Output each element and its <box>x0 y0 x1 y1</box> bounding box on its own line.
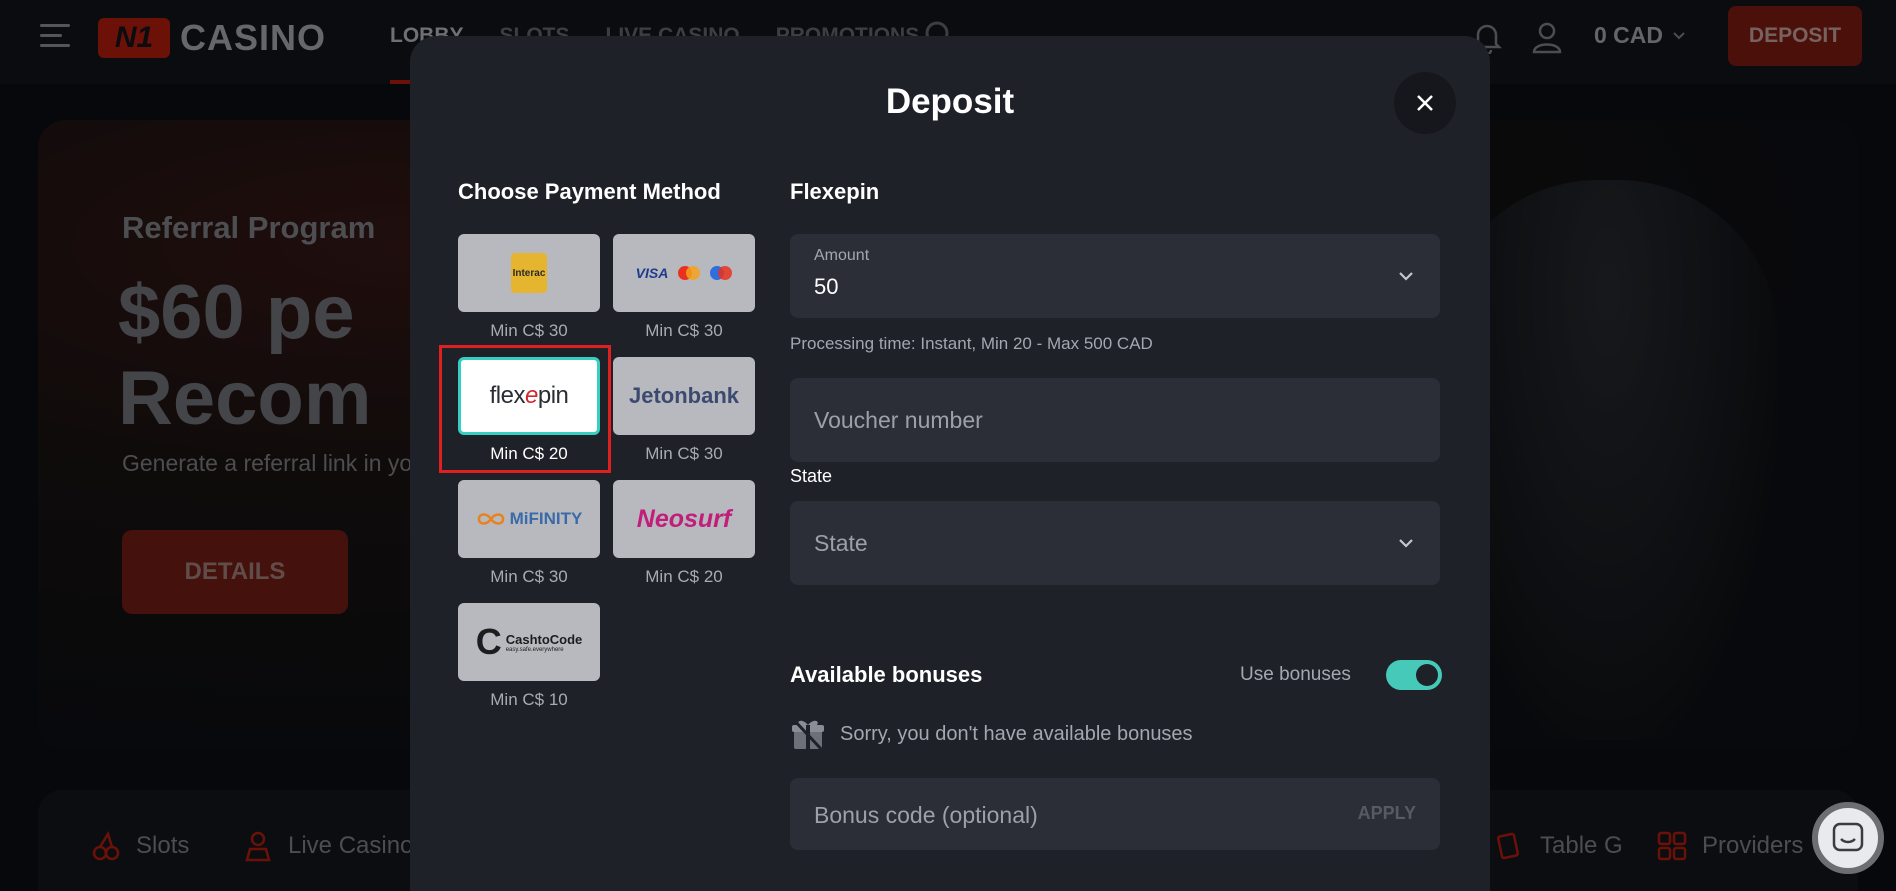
payment-method-min: Min C$ 10 <box>490 690 568 709</box>
jetonbank-logo: Jetonbank <box>628 383 740 408</box>
payment-method-mifinity[interactable]: MiFINITY <box>458 480 600 558</box>
maestro-icon <box>710 266 733 280</box>
chevron-down-icon <box>1399 272 1413 281</box>
voucher-input[interactable]: Voucher number <box>790 378 1440 462</box>
cashtocode-logo: C CashtoCode easy.safe.everywhere <box>476 624 583 660</box>
payment-method-min: Min C$ 30 <box>645 444 723 463</box>
payment-method-min: Min C$ 30 <box>645 321 723 340</box>
selected-method-title: Flexepin <box>790 179 880 204</box>
close-button[interactable] <box>1394 72 1456 134</box>
cashtocode-text: CashtoCode <box>505 631 583 647</box>
no-bonus-text: Sorry, you don't have available bonuses <box>840 722 1193 745</box>
amount-select[interactable]: Amount 50 <box>790 234 1440 318</box>
state-label: State <box>790 466 833 486</box>
bonus-code-placeholder: Bonus code (optional) <box>814 802 1038 828</box>
infinity-icon <box>477 513 504 525</box>
payment-method-cards[interactable]: VISA <box>613 234 755 312</box>
no-bonus-message: Sorry, you don't have available bonuses <box>790 716 1193 752</box>
payment-method-cashtocode[interactable]: C CashtoCode easy.safe.everywhere <box>458 603 600 681</box>
chevron-down-icon <box>1399 539 1413 548</box>
amount-value: 50 <box>814 274 839 299</box>
state-select[interactable]: State <box>790 501 1440 585</box>
modal-title: Deposit <box>885 82 1015 121</box>
close-icon <box>1417 95 1433 111</box>
payment-method-interac[interactable]: Interac <box>458 234 600 312</box>
flexepin-logo: flexepin <box>489 382 569 409</box>
deposit-modal: Deposit Choose Payment Method Interac Mi… <box>410 36 1490 891</box>
payment-method-min: Min C$ 30 <box>490 567 568 586</box>
chat-icon <box>1832 822 1864 852</box>
visa-logo: VISA <box>635 265 669 281</box>
processing-time: Processing time: Instant, Min 20 - Max 5… <box>790 334 1153 353</box>
use-bonuses-toggle[interactable] <box>1386 660 1442 690</box>
gift-icon <box>792 718 824 752</box>
neosurf-logo: Neosurf <box>636 504 732 533</box>
state-placeholder: State <box>814 530 868 556</box>
mastercard-icon <box>678 266 701 280</box>
payment-method-neosurf[interactable]: Neosurf <box>613 480 755 558</box>
cards-logo: VISA <box>636 265 733 281</box>
mifinity-text: MiFINITY <box>509 509 583 528</box>
available-bonuses-title: Available bonuses <box>790 662 983 687</box>
support-chat-button[interactable] <box>1812 802 1884 874</box>
interac-logo: Interac <box>511 253 547 293</box>
toggle-knob <box>1416 664 1438 686</box>
payment-method-min: Min C$ 20 <box>645 567 723 586</box>
payment-method-jetonbank[interactable]: Jetonbank <box>613 357 755 435</box>
payment-method-min: Min C$ 20 <box>490 444 568 463</box>
cashtocode-c-icon: C <box>475 621 502 662</box>
use-bonuses-label: Use bonuses <box>1240 664 1351 685</box>
payment-method-flexepin[interactable]: flexepin <box>458 357 600 435</box>
bonus-code-input[interactable]: Bonus code (optional) APPLY <box>790 778 1440 850</box>
payment-method-min: Min C$ 30 <box>490 321 568 340</box>
amount-label: Amount <box>814 247 870 264</box>
choose-payment-title: Choose Payment Method <box>458 179 721 204</box>
apply-button[interactable]: APPLY <box>1358 803 1416 824</box>
voucher-placeholder: Voucher number <box>814 407 983 433</box>
mifinity-logo: MiFINITY <box>476 509 583 529</box>
cashtocode-tagline: easy.safe.everywhere <box>505 646 564 653</box>
